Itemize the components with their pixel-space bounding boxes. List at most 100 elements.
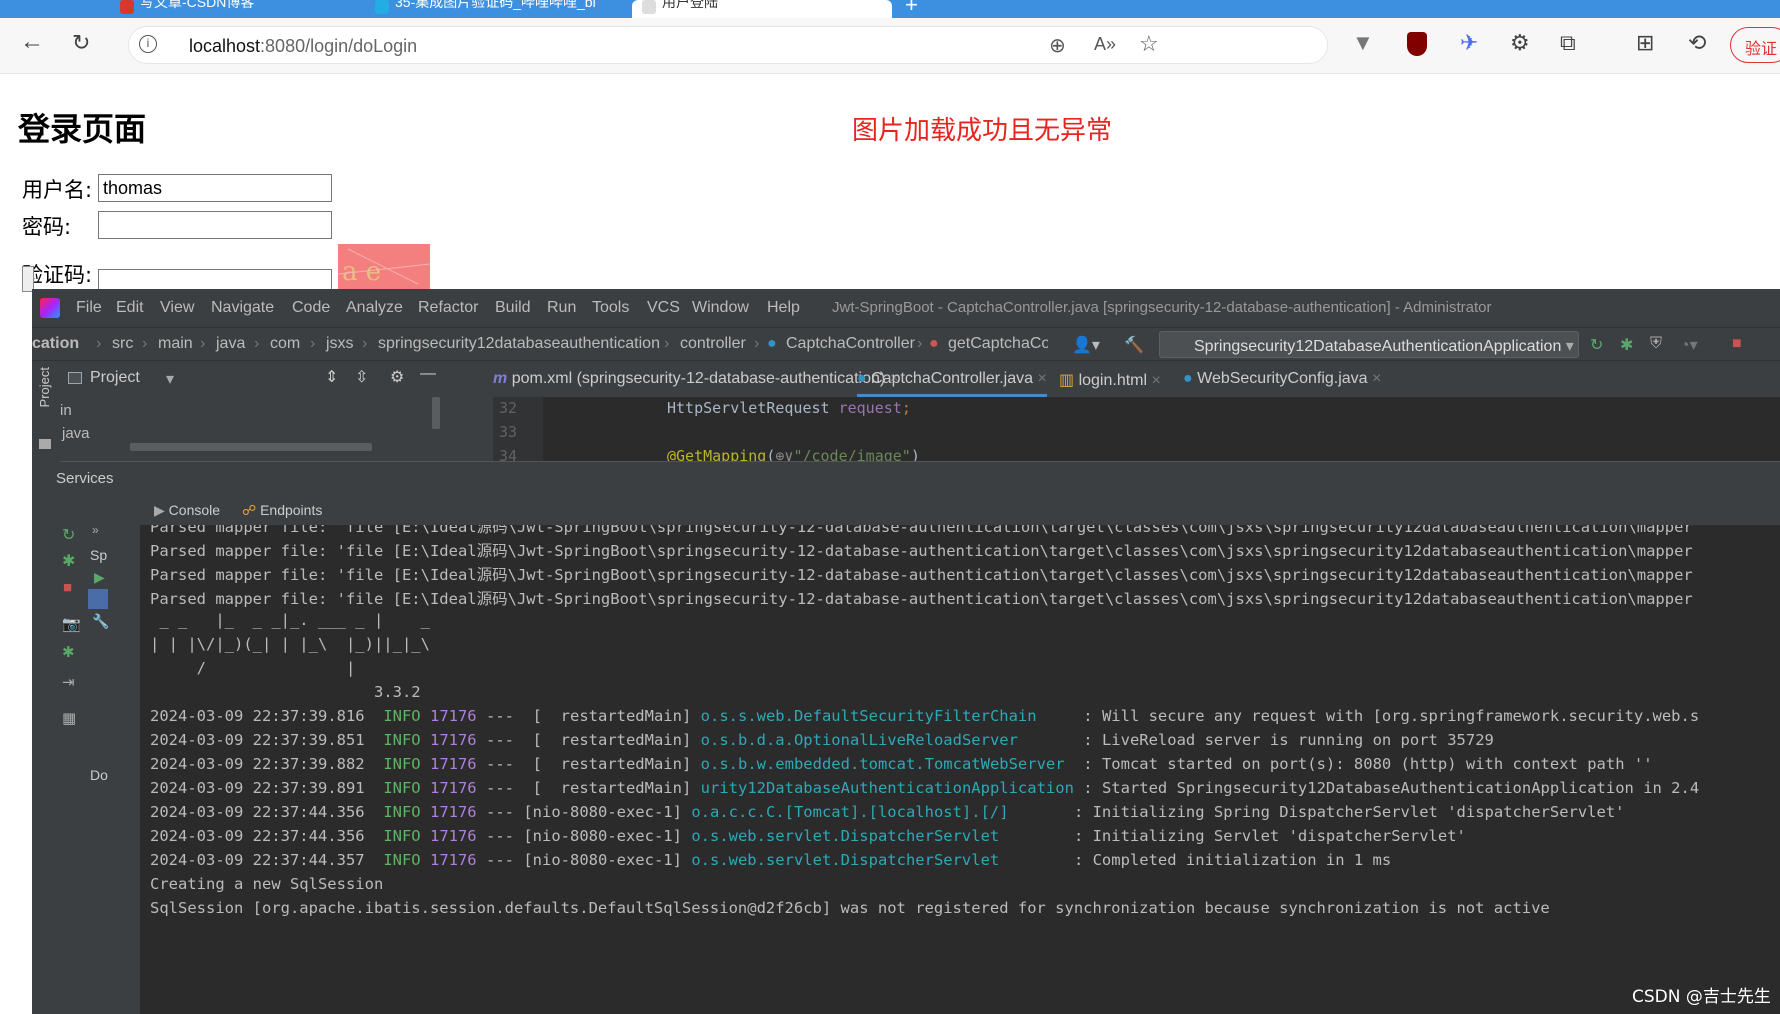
tab-endpoints[interactable]: ☍ Endpoints — [242, 502, 322, 519]
project-window-icon — [68, 372, 82, 384]
console-output[interactable]: Parsed mapper file: 'file [E:\Ideal源码\Jw… — [140, 525, 1780, 1014]
menu-view[interactable]: View — [160, 299, 194, 317]
user-icon[interactable]: 👤▾ — [1072, 335, 1100, 355]
info-icon[interactable]: i — [139, 35, 157, 53]
debug-icon[interactable]: ✱ — [1620, 335, 1633, 355]
debug-icon[interactable]: ✱ — [62, 551, 75, 571]
browser-tab-bilibili[interactable]: 35-集成图片验证码_哔哩哔哩_bi× — [375, 0, 625, 18]
menu-analyze[interactable]: Analyze — [346, 299, 403, 317]
login-page: 登录页面 图片加载成功且无异常 用户名: 密码: 验证码: a e — [8, 74, 1780, 297]
extension-bird-icon[interactable]: ✈ — [1460, 30, 1478, 56]
menu-window[interactable]: Window — [692, 299, 749, 317]
tree-item[interactable]: in — [60, 402, 72, 419]
run-config-label: Springsecurity12DatabaseAuthenticationAp… — [1194, 338, 1562, 355]
split-screen-icon[interactable]: ⧉ — [1560, 30, 1576, 56]
log-line: 2024-03-09 22:37:44.356 INFO 17176 --- [… — [150, 803, 1625, 821]
services-tree-item[interactable]: Do — [90, 767, 108, 783]
crumb-module[interactable]: cation — [32, 335, 79, 353]
crumb-com[interactable]: com — [270, 335, 300, 353]
ublock-icon[interactable] — [1407, 32, 1427, 56]
minimize-icon[interactable]: — — [420, 365, 436, 383]
favorite-star-icon[interactable]: ☆ — [1139, 31, 1159, 57]
menu-vcs[interactable]: VCS — [647, 299, 680, 317]
captcha-image[interactable]: a e — [338, 244, 430, 289]
gear-icon[interactable]: ⚙ — [390, 367, 404, 387]
menu-help[interactable]: Help — [767, 299, 800, 317]
banner-line: / | — [150, 659, 356, 677]
vertical-scrollbar[interactable] — [432, 397, 440, 429]
line-number: 33 — [499, 423, 518, 441]
services-header: Services — [56, 461, 1780, 495]
wrench-icon[interactable]: 🔧 — [92, 613, 109, 630]
rerun-icon[interactable]: ↻ — [1590, 335, 1603, 355]
banner-line: | | |\/|_)(_| | |_\ |_)||_|_\ — [150, 635, 430, 653]
menu-navigate[interactable]: Navigate — [211, 299, 274, 317]
tab-console[interactable]: ▶ Console — [154, 502, 220, 519]
services-tree-item[interactable]: Sp — [90, 547, 107, 563]
extension-v-icon[interactable]: ▼ — [1352, 30, 1374, 56]
stop-icon[interactable]: ■ — [63, 579, 72, 596]
crumb-package[interactable]: springsecurity12databaseauthentication — [378, 335, 660, 353]
crumb-method[interactable]: getCaptchaCod — [948, 335, 1048, 353]
log-line: 2024-03-09 22:37:39.891 INFO 17176 --- [… — [150, 779, 1700, 797]
verify-button[interactable]: 验证 — [1730, 27, 1780, 63]
back-icon[interactable]: ← — [20, 28, 44, 56]
menu-refactor[interactable]: Refactor — [418, 299, 478, 317]
crumb-class[interactable]: CaptchaController — [786, 335, 915, 353]
run-icon[interactable]: ▶ — [94, 569, 105, 586]
coverage-icon[interactable]: ⛨ — [1650, 335, 1662, 353]
run-config-select[interactable]: Springsecurity12DatabaseAuthenticationAp… — [1159, 331, 1579, 358]
menu-build[interactable]: Build — [495, 299, 531, 317]
class-icon: ● — [767, 335, 777, 352]
username-input[interactable] — [98, 174, 332, 202]
history-icon[interactable]: ⟲ — [1688, 30, 1706, 56]
menu-code[interactable]: Code — [292, 299, 330, 317]
project-tree: in java — [60, 397, 493, 461]
intellij-logo-icon — [40, 298, 60, 318]
tree-item[interactable]: java — [62, 425, 90, 442]
new-tab-icon[interactable]: + — [905, 0, 925, 18]
watermark: CSDN @吉士先生 — [1632, 987, 1771, 1007]
collapse-all-icon[interactable]: ⇳ — [355, 367, 368, 387]
crumb-controller[interactable]: controller — [680, 335, 746, 353]
tab-websecurityconfig[interactable]: ● WebSecurityConfig.java × — [1183, 370, 1381, 388]
collections-icon[interactable]: ⊞ — [1636, 30, 1654, 56]
project-dropdown[interactable]: Project — [90, 369, 140, 387]
breadcrumb: cation › src › main › java › com › jsxs … — [32, 327, 1780, 361]
profiler-icon[interactable]: ◔▾ — [1680, 335, 1698, 355]
exit-icon[interactable]: ⇥ — [62, 673, 75, 691]
layout-icon[interactable]: ▦ — [62, 709, 76, 727]
menu-file[interactable]: File — [76, 299, 102, 317]
horizontal-scrollbar[interactable] — [130, 443, 372, 451]
extensions-icon[interactable]: ⚙ — [1510, 30, 1530, 56]
code-editor[interactable]: 32 33 34 HttpServletRequest request; @Ge… — [493, 397, 1780, 465]
menu-edit[interactable]: Edit — [116, 299, 144, 317]
camera-icon[interactable]: 📷 — [62, 615, 81, 633]
address-bar[interactable]: i localhost:8080/login/doLogin ⊕ A» ☆ — [128, 26, 1328, 64]
password-label: 密码: — [22, 215, 72, 239]
tab-login-html[interactable]: ▥ login.html × — [1059, 370, 1161, 390]
browser-tab-csdn[interactable]: 写文章-CSDN博客× — [120, 0, 365, 18]
crumb-main[interactable]: main — [158, 335, 193, 353]
refresh-icon[interactable]: ↻ — [62, 525, 75, 545]
build-hammer-icon[interactable]: 🔨 — [1124, 335, 1144, 355]
browser-tab-login[interactable]: 用户登陆× — [632, 0, 892, 18]
expand-all-icon[interactable]: ⇕ — [325, 367, 338, 387]
stop-icon[interactable]: ■ — [1732, 335, 1742, 353]
tab-pom-xml[interactable]: m pom.xml (springsecurity-12-database-au… — [493, 370, 899, 388]
password-input[interactable] — [98, 211, 332, 239]
refresh-icon[interactable]: ↻ — [72, 30, 90, 56]
tab-captcha-controller[interactable]: ● CaptchaController.java × — [857, 370, 1047, 397]
zoom-icon[interactable]: ⊕ — [1049, 33, 1066, 58]
crumb-src[interactable]: src — [112, 335, 133, 353]
side-project-tab[interactable]: Project — [37, 367, 52, 407]
crumb-java[interactable]: java — [216, 335, 245, 353]
expand-icon[interactable]: » — [92, 523, 99, 537]
read-aloud-icon[interactable]: A» — [1094, 34, 1116, 55]
debug-service-icon[interactable]: ✱ — [62, 643, 75, 661]
menu-run[interactable]: Run — [547, 299, 576, 317]
crumb-jsxs[interactable]: jsxs — [326, 335, 354, 353]
banner-line: 3.3.2 — [150, 683, 421, 701]
menu-tools[interactable]: Tools — [592, 299, 629, 317]
chevron-down-icon[interactable]: ▾ — [166, 369, 174, 389]
